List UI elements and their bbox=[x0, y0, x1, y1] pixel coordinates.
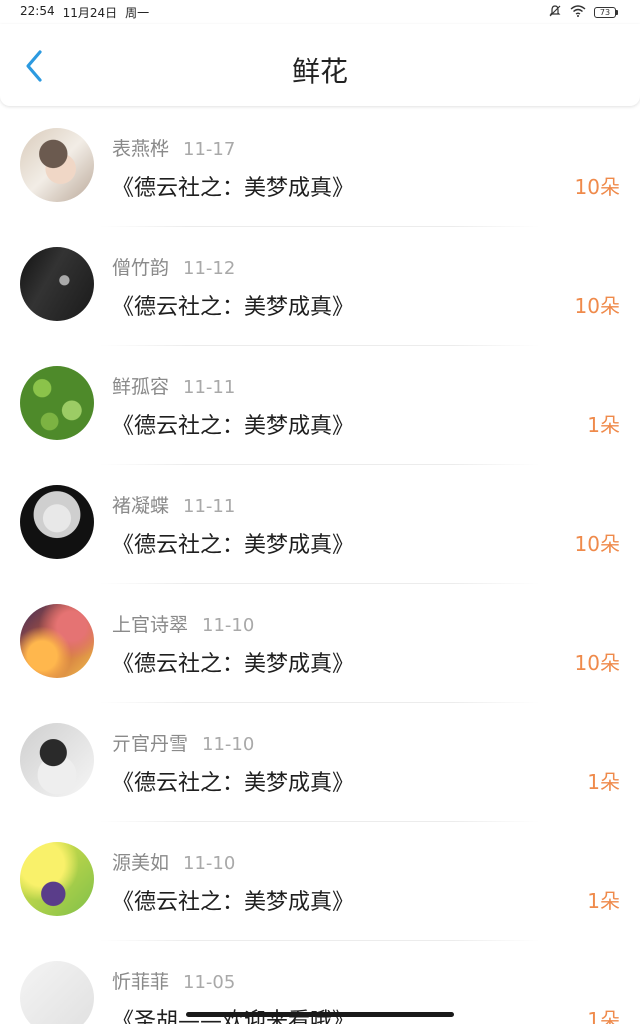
status-left: 22:54 11月24日 周一 bbox=[20, 4, 149, 21]
battery-icon: 73 bbox=[594, 6, 618, 18]
user-name-line: 僧竹韵 11-12 bbox=[112, 253, 235, 280]
book-title: 《德云社之：美梦成真》 bbox=[112, 176, 355, 201]
user-name: 忻菲菲 bbox=[112, 971, 170, 993]
avatar[interactable] bbox=[20, 723, 94, 797]
flower-amount: 10朵 bbox=[574, 651, 620, 675]
book-title: 《德云社之：美梦成真》 bbox=[112, 771, 355, 796]
status-bar: 22:54 11月24日 周一 73 bbox=[0, 0, 640, 24]
gift-date: 11-10 bbox=[183, 853, 236, 874]
flower-amount: 1朵 bbox=[587, 889, 620, 913]
page-title: 鲜花 bbox=[291, 55, 348, 88]
gift-date: 11-10 bbox=[202, 615, 255, 636]
user-name-line: 上官诗翠 11-10 bbox=[112, 610, 254, 637]
avatar[interactable] bbox=[20, 128, 94, 202]
flower-amount: 10朵 bbox=[574, 175, 620, 199]
list-item[interactable]: 鲜孤容 11-11 《德云社之：美梦成真》 1朵 bbox=[0, 346, 640, 465]
avatar[interactable] bbox=[20, 604, 94, 678]
gift-date: 11-11 bbox=[183, 496, 236, 517]
flower-amount: 1朵 bbox=[587, 770, 620, 794]
status-date: 11月24日 bbox=[62, 5, 118, 20]
user-name-line: 褚凝蝶 11-11 bbox=[112, 491, 235, 518]
list-item[interactable]: 褚凝蝶 11-11 《德云社之：美梦成真》 10朵 bbox=[0, 465, 640, 584]
list-item[interactable]: 上官诗翠 11-10 《德云社之：美梦成真》 10朵 bbox=[0, 584, 640, 703]
avatar[interactable] bbox=[20, 366, 94, 440]
battery-level: 73 bbox=[594, 6, 616, 18]
status-weekday: 周一 bbox=[125, 5, 150, 20]
home-indicator[interactable] bbox=[186, 1012, 454, 1017]
battery-tip bbox=[616, 9, 618, 15]
status-right: 73 bbox=[548, 4, 618, 21]
flower-list: 表燕桦 11-17 《德云社之：美梦成真》 10朵 僧竹韵 11-12 《德云社之：… bbox=[0, 108, 640, 1024]
flower-amount: 1朵 bbox=[587, 1008, 620, 1024]
user-name: 鲜孤容 bbox=[112, 376, 170, 398]
gift-date: 11-11 bbox=[183, 377, 236, 398]
user-name: 上官诗翠 bbox=[112, 614, 189, 636]
avatar[interactable] bbox=[20, 961, 94, 1024]
mute-bell-icon bbox=[548, 4, 562, 21]
book-title: 《德云社之：美梦成真》 bbox=[112, 414, 355, 439]
user-name: 褚凝蝶 bbox=[112, 495, 170, 517]
list-item[interactable]: 亓官丹雪 11-10 《德云社之：美梦成真》 1朵 bbox=[0, 703, 640, 822]
user-name: 僧竹韵 bbox=[112, 257, 170, 279]
wifi-icon bbox=[570, 4, 586, 20]
gift-date: 11-10 bbox=[202, 734, 255, 755]
list-item[interactable]: 源美如 11-10 《德云社之：美梦成真》 1朵 bbox=[0, 822, 640, 941]
user-name-line: 忻菲菲 11-05 bbox=[112, 967, 235, 994]
status-time: 22:54 bbox=[20, 3, 55, 18]
avatar[interactable] bbox=[20, 842, 94, 916]
user-name-line: 源美如 11-10 bbox=[112, 848, 235, 875]
gift-date: 11-17 bbox=[183, 139, 236, 160]
user-name: 亓官丹雪 bbox=[112, 733, 189, 755]
list-item[interactable]: 僧竹韵 11-12 《德云社之：美梦成真》 10朵 bbox=[0, 227, 640, 346]
user-name-line: 鲜孤容 11-11 bbox=[112, 372, 235, 399]
book-title: 《德云社之：美梦成真》 bbox=[112, 533, 355, 558]
user-name: 表燕桦 bbox=[112, 138, 170, 160]
flower-amount: 10朵 bbox=[574, 532, 620, 556]
book-title: 《德云社之：美梦成真》 bbox=[112, 295, 355, 320]
book-title: 《德云社之：美梦成真》 bbox=[112, 652, 355, 677]
user-name-line: 表燕桦 11-17 bbox=[112, 134, 235, 161]
avatar[interactable] bbox=[20, 247, 94, 321]
user-name: 源美如 bbox=[112, 852, 170, 874]
flower-amount: 1朵 bbox=[587, 413, 620, 437]
list-item[interactable]: 表燕桦 11-17 《德云社之：美梦成真》 10朵 bbox=[0, 108, 640, 227]
flower-amount: 10朵 bbox=[574, 294, 620, 318]
user-name-line: 亓官丹雪 11-10 bbox=[112, 729, 254, 756]
gift-date: 11-12 bbox=[183, 258, 236, 279]
gift-date: 11-05 bbox=[183, 972, 236, 993]
avatar[interactable] bbox=[20, 485, 94, 559]
book-title: 《德云社之：美梦成真》 bbox=[112, 890, 355, 915]
nav-bar: 鲜花 bbox=[0, 24, 640, 106]
